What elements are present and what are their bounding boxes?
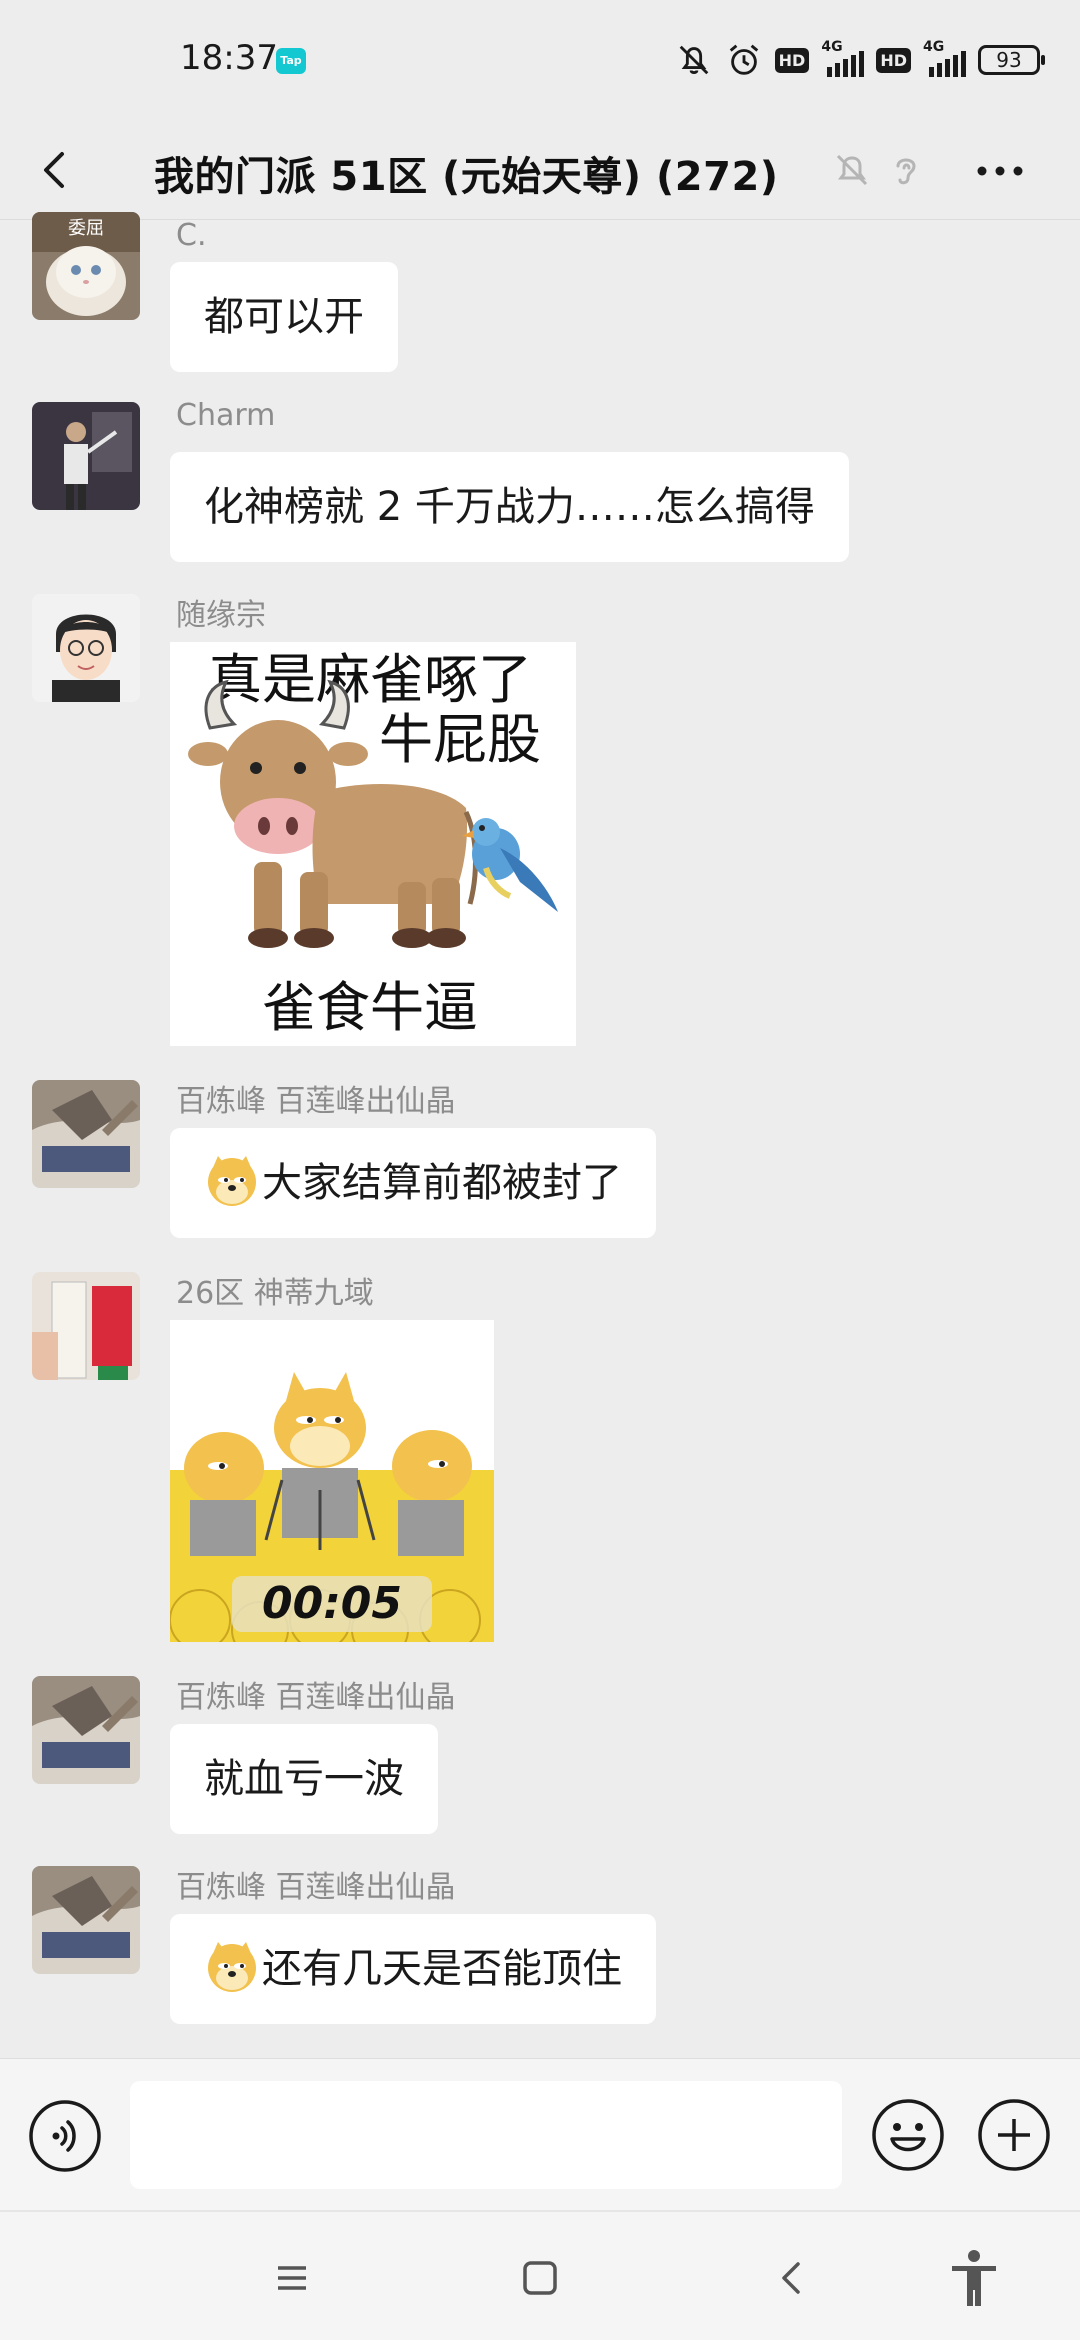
sticker-text-line1: 真是麻雀啄了 [208,648,532,711]
back-icon[interactable] [30,144,82,196]
message-item: 百炼峰 百莲峰出仙晶 大家结算前都被封了 [32,1080,1032,1250]
home-icon[interactable] [514,2252,566,2304]
battery-icon: 93 [978,45,1045,75]
video-sticker[interactable]: 00:05 [170,1320,494,1642]
hd-icon: HD [774,47,810,73]
message-text: 大家结算前都被封了 [262,1160,622,1206]
sender-name: 26区 神蒂九域 [176,1276,374,1311]
plus-icon[interactable] [976,2097,1052,2173]
message-text: 还有几天是否能顶住 [262,1946,622,1992]
message-bubble[interactable]: 都可以开 [170,262,398,372]
sticker-text-line2: 牛屁股 [379,708,541,771]
sender-name: 百炼峰 百莲峰出仙晶 [176,1870,456,1905]
accessibility-icon[interactable] [946,2248,1002,2308]
message-bubble[interactable]: 大家结算前都被封了 [170,1128,656,1238]
status-icons: HD 4G HD 4G 93 [675,38,1045,82]
avatar[interactable] [32,402,140,510]
sender-name: 百炼峰 百莲峰出仙晶 [176,1680,456,1715]
avatar[interactable]: 委屈 [32,212,140,320]
message-text: 就血亏一波 [204,1756,404,1802]
avatar[interactable] [32,1080,140,1188]
back-nav-icon[interactable] [766,2252,818,2304]
message-item: 26区 神蒂九域 00:05 [32,1272,1032,1652]
voice-icon[interactable] [28,2099,102,2173]
avatar[interactable] [32,594,140,702]
doge-army-sticker: 00:05 [170,1320,494,1642]
video-duration: 00:05 [262,1578,402,1629]
doge-emoji-icon [208,1156,256,1206]
status-bar: 18:37 Tap HD 4G HD 4G 93 [0,0,1080,120]
sender-name: 百炼峰 百莲峰出仙晶 [176,1084,456,1119]
message-item: 百炼峰 百莲峰出仙晶 还有几天是否能顶住 [32,1866,1032,2036]
cow-bird-sticker: 真是麻雀啄了 牛屁股 雀食牛逼 [170,642,576,1046]
tap-app-icon: Tap [276,48,306,74]
earpiece-icon [896,158,916,185]
message-item: 随缘宗 真是麻雀啄了 牛屁股 雀食牛逼 [32,594,1032,1056]
avatar[interactable] [32,1676,140,1784]
message-bubble[interactable]: 还有几天是否能顶住 [170,1914,656,2024]
message-item: 委屈 C. 都可以开 [32,212,1032,382]
mute-icon [836,154,868,186]
signal-icon: 4G [821,39,865,77]
message-input[interactable] [130,2081,842,2189]
emoji-icon[interactable] [870,2097,946,2173]
mute-bell-icon [679,45,708,75]
signal-icon: 4G [923,39,966,77]
input-bar [0,2058,1080,2210]
sticker-text-line3: 雀食牛逼 [262,976,478,1039]
more-icon[interactable] [970,146,1030,196]
message-bubble[interactable]: 化神榜就 2 千万战力……怎么搞得 [170,452,849,562]
chat-header: 我的门派 51区 (元始天尊) (272) [0,120,1080,220]
status-time: 18:37 [180,38,278,78]
svg-text:委屈: 委屈 [68,218,104,239]
menu-icon[interactable] [266,2252,318,2304]
message-item: 百炼峰 百莲峰出仙晶 就血亏一波 [32,1676,1032,1846]
sender-name: Charm [176,398,276,433]
message-text: 都可以开 [204,294,364,340]
sender-name: 随缘宗 [176,598,266,633]
system-nav-bar [0,2210,1080,2340]
message-item: Charm 化神榜就 2 千万战力……怎么搞得 [32,398,1032,572]
doge-emoji-icon [208,1942,256,1992]
sticker-image[interactable]: 真是麻雀啄了 牛屁股 雀食牛逼 [170,642,576,1046]
avatar[interactable] [32,1272,140,1380]
page-title: 我的门派 51区 (元始天尊) (272) [154,154,779,200]
alarm-icon [729,44,758,75]
sender-name: C. [176,218,207,253]
hd-icon: HD [876,47,911,73]
message-bubble[interactable]: 就血亏一波 [170,1724,438,1834]
avatar[interactable] [32,1866,140,1974]
message-text: 化神榜就 2 千万战力……怎么搞得 [204,484,815,530]
